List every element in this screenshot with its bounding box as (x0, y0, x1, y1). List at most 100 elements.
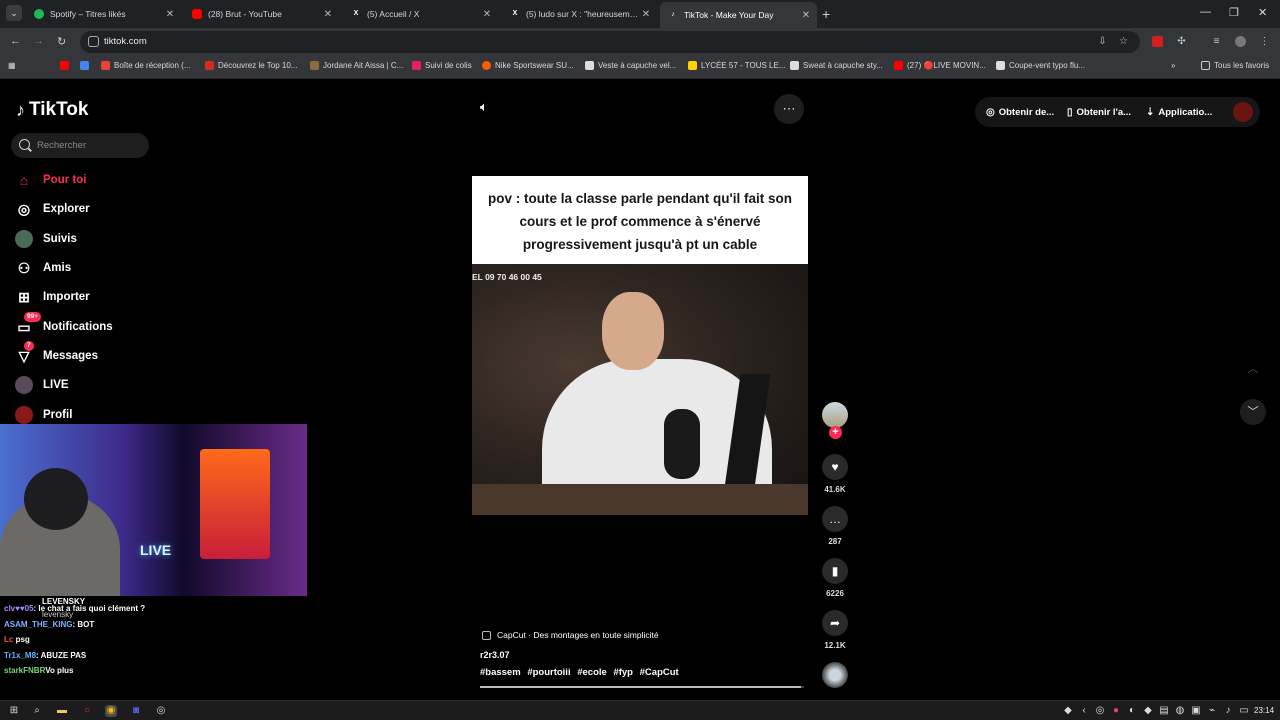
window-close-icon[interactable]: ✕ (1258, 6, 1267, 19)
bookmark-colis[interactable]: Suivi de colis (412, 61, 472, 70)
address-bar[interactable]: tiktok.com (80, 31, 1140, 53)
profile-avatar[interactable] (1235, 36, 1246, 47)
previous-video-icon[interactable]: ︿ (1240, 356, 1266, 382)
taskbar-search-icon[interactable]: ⌕ (31, 705, 43, 717)
bookmark-sweat[interactable]: Sweat à capuche sty... (790, 61, 883, 70)
bookmark-star-icon[interactable]: ☆ (1118, 36, 1129, 47)
extensions-icon[interactable]: ✣ (1176, 36, 1187, 47)
next-video-icon[interactable]: ﹀ (1240, 399, 1266, 425)
tray-icon[interactable]: ◆ (1062, 705, 1074, 717)
install-app-icon[interactable]: ⇩ (1097, 36, 1108, 47)
close-icon[interactable]: ✕ (799, 10, 813, 21)
volume-icon[interactable]: 🔈︎ (480, 99, 488, 115)
bookmark-jordane[interactable]: Jordane Ait Aissa | C... (310, 61, 403, 70)
hashtag[interactable]: #fyp (613, 667, 633, 678)
get-effects-button[interactable]: ◎ Obtenir de... (986, 98, 1054, 126)
video-player[interactable]: pov : toute la classe parle pendant qu'i… (472, 176, 808, 515)
tray-icon[interactable]: ● (1110, 705, 1122, 717)
site-icon (412, 61, 421, 70)
hashtag[interactable]: #CapCut (640, 667, 679, 678)
nav-following[interactable]: Suivis (15, 230, 77, 248)
more-bookmarks-icon[interactable]: » (1171, 61, 1175, 70)
nav-upload[interactable]: ⊞ Importer (15, 288, 90, 306)
tray-chevron-icon[interactable]: ‹ (1078, 705, 1090, 717)
creator-avatar[interactable] (822, 402, 848, 428)
all-bookmarks[interactable]: Tous les favoris (1201, 61, 1269, 70)
tab-spotify[interactable]: Spotify – Titres likés ✕ (26, 4, 181, 24)
tray-icon[interactable]: ▣ (1190, 705, 1202, 717)
bookmark-nike[interactable]: Nike Sportswear SU... (482, 61, 574, 70)
capcut-link[interactable]: CapCut · Des montages en toute simplicit… (482, 630, 659, 640)
hashtag[interactable]: #pourtoiii (527, 667, 570, 678)
apps-grid-icon[interactable]: ▦ (8, 61, 16, 70)
windows-start-icon[interactable]: ⊞ (8, 705, 20, 717)
comment-button[interactable]: … 287 (821, 506, 849, 546)
file-explorer-icon[interactable]: ▬ (56, 705, 68, 717)
reload-icon[interactable]: ↻ (57, 35, 66, 48)
tab-youtube[interactable]: (28) Brut - YouTube ✕ (184, 4, 339, 24)
nav-profile[interactable]: Profil (15, 406, 72, 424)
bookmark-youtube[interactable] (60, 61, 73, 70)
tab-x-home[interactable]: X (5) Accueil / X ✕ (343, 4, 498, 24)
bookmark-top10[interactable]: Découvrez le Top 10... (205, 61, 297, 70)
back-icon[interactable]: ← (10, 35, 21, 47)
bookmark-coupevent[interactable]: Coupe-vent typo flu... (996, 61, 1085, 70)
network-icon[interactable]: ⌁ (1206, 705, 1218, 717)
bookmark-live[interactable]: (27) 🔴LIVE MOVIN... (894, 61, 986, 70)
close-icon[interactable]: ✕ (480, 9, 494, 20)
obs-icon[interactable]: ◎ (155, 705, 167, 717)
minimize-icon[interactable]: — (1200, 6, 1211, 18)
bookmark-gmail[interactable]: Boîte de réception (... (101, 61, 191, 70)
save-button[interactable]: ▮ 6226 (821, 558, 849, 598)
music-disc-icon[interactable] (822, 662, 848, 688)
opera-icon[interactable]: ○ (81, 705, 93, 717)
close-icon[interactable]: ✕ (321, 9, 335, 20)
tray-icon[interactable]: ◐ (1126, 705, 1138, 717)
battery-icon[interactable]: ▭ (1238, 705, 1250, 717)
install-app-button[interactable]: ⇣ Applicatio... (1146, 98, 1212, 126)
tray-icon[interactable]: ◍ (1174, 705, 1186, 717)
tray-icon[interactable]: ◆ (1142, 705, 1154, 717)
nav-live[interactable]: LIVE (15, 376, 69, 394)
close-icon[interactable]: ✕ (639, 9, 653, 20)
extension-red-icon[interactable] (1152, 36, 1163, 47)
tab-x-post[interactable]: X (5) ludo sur X : "heureusement ✕ (502, 4, 657, 24)
hashtag[interactable]: #ecole (577, 667, 607, 678)
restore-icon[interactable]: ❐ (1229, 6, 1239, 19)
more-options-icon[interactable]: ⋯ (774, 94, 804, 124)
video-author[interactable]: r2r3.07 (480, 650, 510, 660)
tab-search-icon[interactable]: ⌄ (6, 5, 22, 21)
discord-icon[interactable]: ◙ (130, 705, 142, 717)
close-icon[interactable]: ✕ (163, 9, 177, 20)
media-controls-icon[interactable]: ≡ (1211, 36, 1222, 47)
hashtag[interactable]: #bassem (480, 667, 521, 678)
forward-icon[interactable]: → (33, 35, 44, 47)
like-button[interactable]: ♥ 41.6K (821, 454, 849, 494)
chrome-icon[interactable]: ◉ (105, 705, 117, 717)
video-progress-bar[interactable] (480, 686, 804, 688)
tiktok-logo[interactable]: ♪ TikTok (16, 99, 88, 121)
tray-icon[interactable]: ◎ (1094, 705, 1106, 717)
bookmark-lycee[interactable]: LYCÉE 57 - TOUS LE... (688, 61, 785, 70)
tiktok-app: ♪ TikTok Rechercher ⌂ Pour toi ◎ Explore… (0, 80, 1280, 700)
search-input[interactable]: Rechercher (11, 133, 149, 158)
nav-messages[interactable]: ▽ 7 Messages (15, 341, 98, 365)
menu-icon[interactable]: ⋮ (1259, 36, 1270, 47)
site-info-icon[interactable] (88, 36, 99, 47)
tab-tiktok[interactable]: ♪ TikTok - Make Your Day ✕ (660, 2, 817, 28)
tray-icon[interactable]: ▤ (1158, 705, 1170, 717)
url-text[interactable]: tiktok.com (104, 36, 147, 47)
get-app-button[interactable]: ▯ Obtenir l'a... (1067, 98, 1131, 126)
nav-for-you[interactable]: ⌂ Pour toi (15, 171, 87, 189)
share-button[interactable]: ➦ 12.1K (821, 610, 849, 650)
nav-notifications[interactable]: ▭ 99+ Notifications (15, 312, 113, 336)
bookmark-veste[interactable]: Veste à capuche vel... (585, 61, 676, 70)
bookmark-google[interactable] (80, 61, 93, 70)
volume-tray-icon[interactable]: ♪ (1222, 705, 1234, 717)
follow-plus-icon[interactable]: + (829, 426, 842, 439)
nav-explore[interactable]: ◎ Explorer (15, 200, 90, 218)
user-avatar[interactable] (1233, 102, 1253, 122)
nav-friends[interactable]: ⚇ Amis (15, 259, 71, 277)
clock[interactable]: 23:14 (1254, 706, 1274, 715)
new-tab-icon[interactable]: + (822, 6, 830, 22)
